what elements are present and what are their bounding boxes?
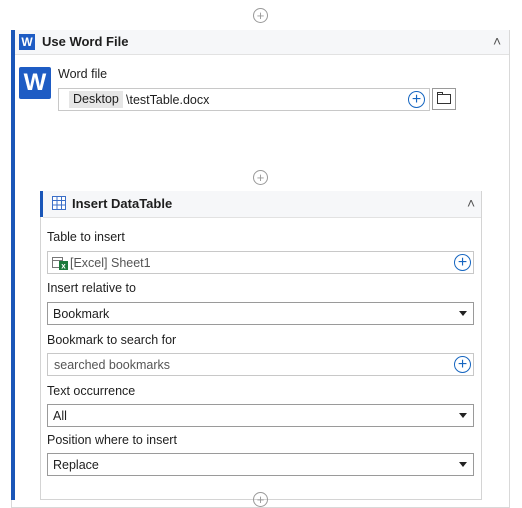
folder-icon — [437, 94, 451, 104]
position-where-chevron-down-icon — [459, 462, 467, 467]
bookmark-to-search-label: Bookmark to search for — [47, 333, 177, 347]
bookmark-to-search-value: searched bookmarks — [54, 358, 171, 372]
position-where-label: Position where to insert — [47, 433, 177, 447]
insert-datatable-title: Insert DataTable — [72, 196, 173, 211]
word-file-path-field[interactable]: Desktop \testTable.docx + — [58, 88, 430, 111]
add-activity-top-button[interactable]: + — [253, 8, 268, 23]
collapse-chevron-icon[interactable]: ˄ — [493, 33, 501, 49]
position-where-dropdown[interactable]: Replace — [47, 453, 474, 476]
table-to-insert-field[interactable]: x [Excel] Sheet1 + — [47, 251, 474, 274]
text-occurrence-value: All — [53, 409, 67, 423]
text-occurrence-chevron-down-icon — [459, 413, 467, 418]
insert-relative-to-value: Bookmark — [53, 307, 110, 321]
insert-relative-to-dropdown[interactable]: Bookmark — [47, 302, 474, 325]
add-variable-plus-icon[interactable]: + — [408, 91, 425, 108]
insert-relative-to-chevron-down-icon — [459, 311, 467, 316]
insert-relative-to-label: Insert relative to — [47, 281, 136, 295]
desktop-path-chip: Desktop — [69, 91, 123, 108]
folder-tab-icon — [437, 92, 443, 95]
excel-sheet-icon: x — [52, 256, 68, 271]
use-word-file-title: Use Word File — [42, 34, 129, 49]
insert-datatable-accent-bar — [40, 191, 43, 217]
add-activity-middle-button[interactable]: + — [253, 170, 268, 185]
text-occurrence-dropdown[interactable]: All — [47, 404, 474, 427]
use-word-file-accent-bar — [11, 30, 15, 500]
word-icon: W — [19, 34, 35, 50]
inner-collapse-chevron-icon[interactable]: ˄ — [467, 195, 475, 211]
datatable-icon — [52, 196, 66, 210]
use-word-file-header[interactable]: W Use Word File ˄ — [15, 30, 509, 55]
bookmark-add-variable-plus-icon[interactable]: + — [454, 356, 471, 373]
browse-folder-button[interactable] — [432, 88, 456, 110]
word-file-path-value: \testTable.docx — [126, 93, 210, 107]
svg-text:x: x — [61, 262, 66, 271]
bookmark-to-search-input[interactable]: searched bookmarks + — [47, 353, 474, 376]
table-add-variable-plus-icon[interactable]: + — [454, 254, 471, 271]
insert-datatable-header[interactable]: Insert DataTable ˄ — [43, 191, 481, 218]
table-to-insert-label: Table to insert — [47, 230, 125, 244]
position-where-value: Replace — [53, 458, 99, 472]
word-file-label: Word file — [58, 67, 108, 81]
text-occurrence-label: Text occurrence — [47, 384, 136, 398]
word-file-large-icon: W — [19, 67, 51, 99]
table-to-insert-value: [Excel] Sheet1 — [70, 256, 151, 270]
